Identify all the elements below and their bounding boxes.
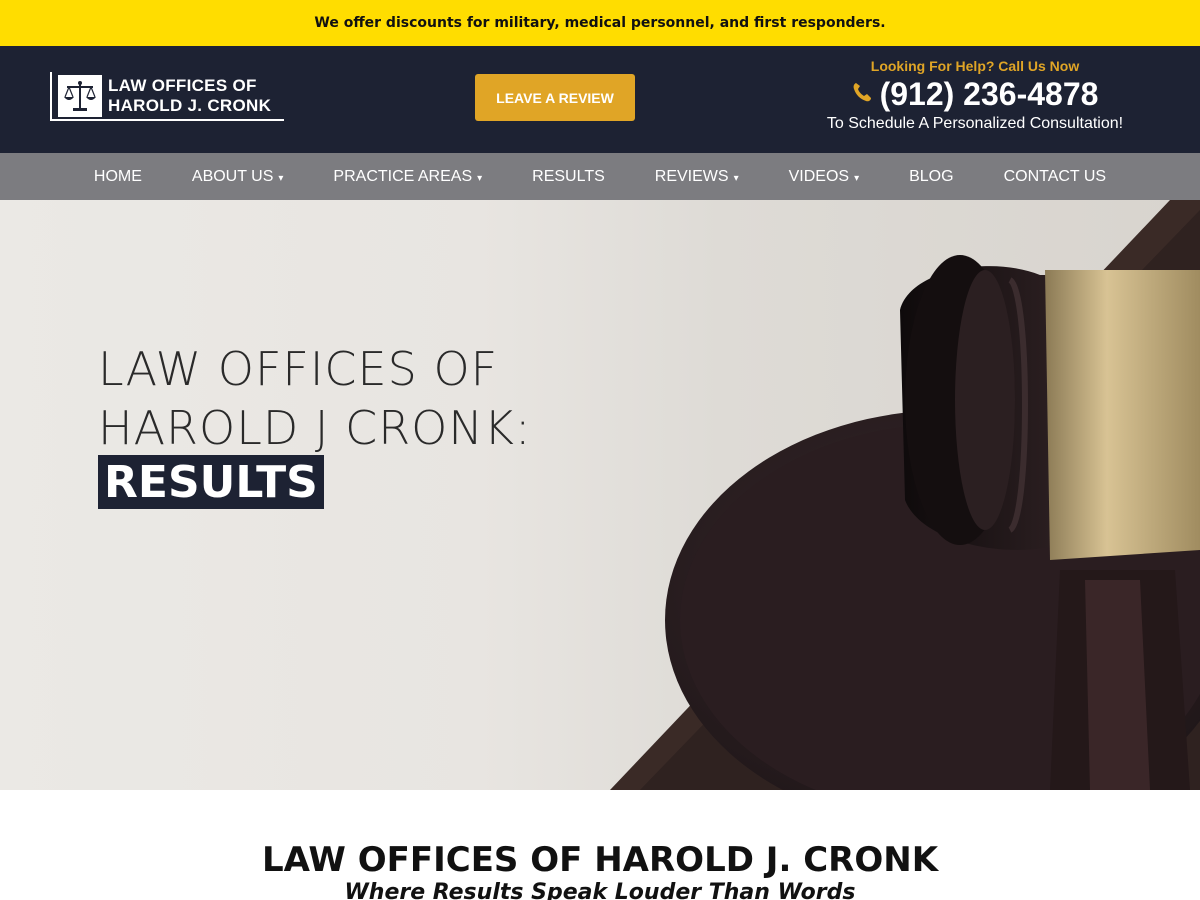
contact-block: Looking For Help? Call Us Now (912) 236-… <box>805 58 1145 133</box>
nav-label: HOME <box>93 167 142 185</box>
nav-label: BLOG <box>909 167 954 185</box>
announcement-text: We offer discounts for military, medical… <box>314 15 886 31</box>
logo-text: LAW OFFICES OF HAROLD J. CRONK <box>108 76 271 116</box>
site-header: LAW OFFICES OF HAROLD J. CRONK LEAVE A R… <box>0 46 1200 153</box>
nav-item-practice-areas[interactable]: PRACTICE AREAS ▾ <box>308 168 507 186</box>
phone-number-link[interactable]: (912) 236-4878 <box>880 76 1099 113</box>
schedule-text: To Schedule A Personalized Consultation! <box>826 115 1124 132</box>
main-nav: HOME ABOUT US ▾ PRACTICE AREAS ▾ RESULTS R… <box>0 153 1200 200</box>
caret-down-icon: ▾ <box>477 172 483 184</box>
nav-label: CONTACT US <box>1003 167 1107 185</box>
scales-of-justice-icon <box>58 74 102 117</box>
nav-label: ABOUT US <box>191 167 274 185</box>
page-subheading: Where Results Speak Louder Than Words <box>344 880 856 900</box>
hero-title: LAW OFFICES OF HAROLD J CRONK: <box>98 340 531 458</box>
nav-item-results[interactable]: RESULTS <box>507 168 630 186</box>
help-text: Looking For Help? Call Us Now <box>870 58 1080 74</box>
caret-down-icon: ▾ <box>278 172 284 184</box>
nav-label: REVIEWS <box>654 167 729 185</box>
phone-icon <box>852 81 872 108</box>
nav-item-blog[interactable]: BLOG <box>884 168 978 186</box>
caret-down-icon: ▾ <box>854 172 860 184</box>
announcement-bar: We offer discounts for military, medical… <box>0 0 1200 46</box>
logo-line-1: LAW OFFICES OF <box>108 75 257 95</box>
nav-label: PRACTICE AREAS <box>333 167 473 185</box>
hero-title-line-2: HAROLD J CRONK: <box>98 401 532 455</box>
phone-row: (912) 236-4878 <box>805 76 1145 113</box>
nav-item-about-us[interactable]: ABOUT US ▾ <box>167 168 309 186</box>
hero-banner: LAW OFFICES OF HAROLD J CRONK: RESULTS <box>0 200 1200 790</box>
nav-item-reviews[interactable]: REVIEWS ▾ <box>630 168 764 186</box>
hero-results-badge: RESULTS <box>98 455 324 509</box>
site-logo[interactable]: LAW OFFICES OF HAROLD J. CRONK <box>50 72 284 121</box>
nav-label: VIDEOS <box>788 167 850 185</box>
hero-title-line-1: LAW OFFICES OF <box>98 342 499 396</box>
nav-item-contact-us[interactable]: CONTACT US <box>979 168 1132 186</box>
nav-item-home[interactable]: HOME <box>69 168 167 186</box>
leave-review-button[interactable]: LEAVE A REVIEW <box>475 74 635 121</box>
caret-down-icon: ▾ <box>733 172 739 184</box>
nav-label: RESULTS <box>532 167 605 185</box>
logo-line-2: HAROLD J. CRONK <box>108 95 272 115</box>
page-heading: LAW OFFICES OF HAROLD J. CRONK <box>261 840 939 880</box>
nav-item-videos[interactable]: VIDEOS ▾ <box>764 168 885 186</box>
